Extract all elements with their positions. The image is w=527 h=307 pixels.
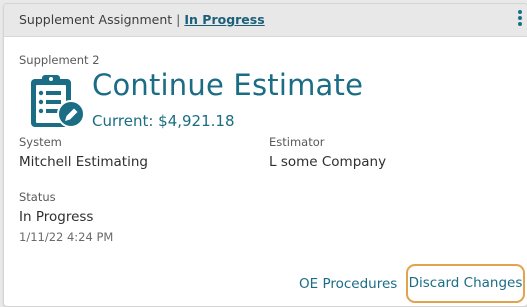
kebab-vertical-icon[interactable] [516,10,524,30]
system-label: System [19,135,62,149]
header-status-link[interactable]: In Progress [184,12,264,27]
current-amount: Current: $4,921.18 [92,112,235,130]
discard-changes-button[interactable]: Discard Changes [406,264,525,303]
estimator-value: L some Company [269,154,387,170]
card-header-title: Supplement Assignment | In Progress [19,12,265,27]
supplement-label: Supplement 2 [19,53,100,67]
supplement-assignment-card: Supplement Assignment | In Progress Supple… [3,3,527,307]
header-separator: | [176,12,181,27]
header-title-text: Supplement Assignment [19,12,173,27]
continue-estimate-title[interactable]: Continue Estimate [92,68,363,102]
card-header: Supplement Assignment | In Progress [4,4,527,37]
status-date: 1/11/22 4:24 PM [19,230,114,244]
estimator-label: Estimator [269,135,325,149]
oe-procedures-button[interactable]: OE Procedures [299,276,397,292]
system-value: Mitchell Estimating [19,154,148,170]
status-value: In Progress [19,209,94,225]
clipboard-edit-icon [26,73,88,131]
status-label: Status [19,190,56,204]
